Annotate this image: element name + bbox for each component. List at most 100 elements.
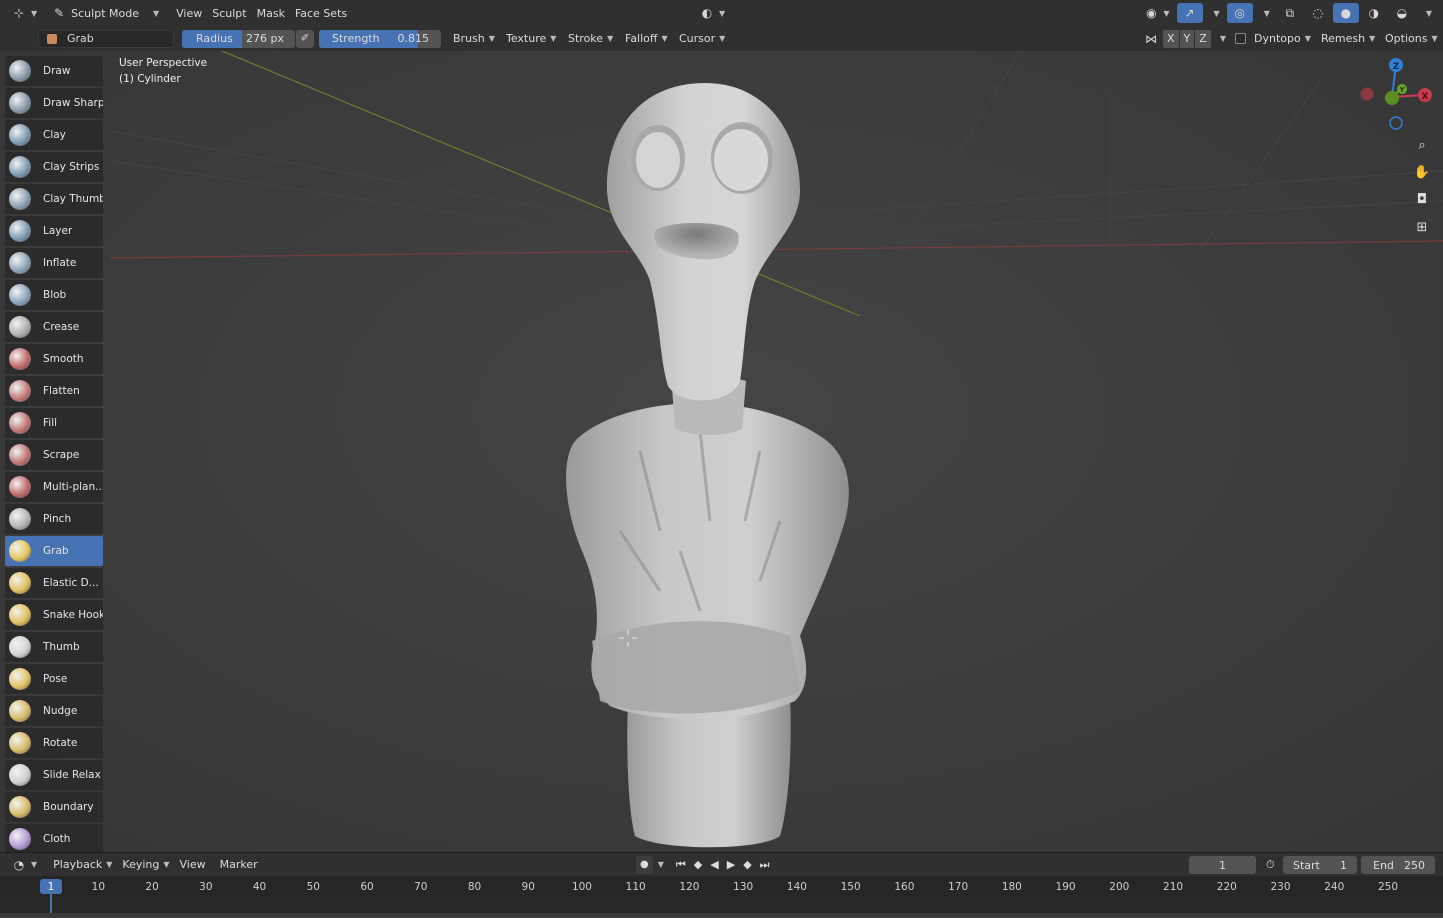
next-keyframe-button[interactable]: ◆ [740, 855, 754, 875]
editor-type-button[interactable]: ⊹ ▼ [6, 3, 42, 23]
menu-face-sets[interactable]: Face Sets [290, 3, 352, 23]
gizmo-dropdown[interactable]: ▼ [1205, 3, 1225, 23]
tool-label: Elastic D... [43, 577, 99, 589]
visibility-button[interactable]: ◉ ▼ [1138, 3, 1174, 23]
overlays-dropdown[interactable]: ▼ [1255, 3, 1275, 23]
start-label: Start [1293, 858, 1320, 872]
3d-viewport[interactable]: Z X Y User Perspective (1) Cylinder ⌕ ✋ … [0, 51, 1443, 852]
overlays-toggle[interactable]: ◎ [1226, 3, 1253, 23]
tool-boundary[interactable]: Boundary [5, 792, 103, 822]
dyntopo-toggle[interactable]: Dyntopo ▼ [1230, 29, 1316, 49]
tool-elastic-d[interactable]: Elastic D... [5, 568, 103, 598]
tool-clay-strips[interactable]: Clay Strips [5, 152, 103, 182]
play-button[interactable]: ▶ [724, 855, 738, 875]
timeline-scroll-track[interactable] [0, 913, 1443, 918]
tool-label: Smooth [43, 353, 84, 365]
texture-menu[interactable]: Texture ▼ [501, 29, 561, 49]
preview-range-toggle[interactable]: ⏱ [1261, 855, 1280, 875]
brush-sphere-icon [9, 60, 31, 82]
playhead-marker[interactable]: 1 [40, 879, 62, 894]
shading-rendered[interactable]: ◒ [1389, 3, 1415, 23]
radius-field[interactable]: Radius 276 px [182, 29, 295, 48]
rendered-sphere-icon: ◒ [1396, 6, 1408, 20]
remesh-menu[interactable]: Remesh ▼ [1316, 29, 1380, 49]
menu-mask[interactable]: Mask [252, 3, 290, 23]
cursor-menu[interactable]: Cursor ▼ [674, 29, 730, 49]
tool-crease[interactable]: Crease [5, 312, 103, 342]
gizmo-neg-x[interactable] [1360, 87, 1374, 101]
brush-menu[interactable]: Brush ▼ [448, 29, 500, 49]
tool-grab[interactable]: Grab [5, 536, 103, 566]
tool-flatten[interactable]: Flatten [5, 376, 103, 406]
menu-view[interactable]: View [171, 3, 207, 23]
tool-draw[interactable]: Draw [5, 56, 103, 86]
timeline-editor-type[interactable]: ◔ ▼ [6, 855, 42, 875]
brush-sphere-icon [9, 700, 31, 722]
shading-solid[interactable]: ● [1332, 3, 1359, 23]
tool-slide-relax[interactable]: Slide Relax [5, 760, 103, 790]
shading-material[interactable]: ◑ [1361, 3, 1387, 23]
end-frame-field[interactable]: End 250 [1361, 856, 1435, 874]
brush-selector[interactable]: Grab [38, 29, 174, 48]
tool-layer[interactable]: Layer [5, 216, 103, 246]
record-button[interactable]: ● [636, 855, 653, 874]
symmetry-z[interactable]: Z [1195, 29, 1211, 48]
tool-cloth[interactable]: Cloth [5, 824, 103, 852]
shading-dropdown[interactable]: ▼ [1417, 3, 1437, 23]
playback-menu[interactable]: Playback ▼ [48, 855, 117, 875]
xray-toggle[interactable]: ⧉ [1277, 3, 1303, 23]
tool-fill[interactable]: Fill [5, 408, 103, 438]
stroke-menu[interactable]: Stroke ▼ [563, 29, 618, 49]
jump-end-button[interactable]: ⏭ [757, 855, 773, 875]
tool-blob[interactable]: Blob [5, 280, 103, 310]
tool-thumb[interactable]: Thumb [5, 632, 103, 662]
tool-rotate[interactable]: Rotate [5, 728, 103, 758]
mode-selector[interactable]: ✎ Sculpt Mode ▼ [46, 3, 167, 23]
transform-orientation-button[interactable]: ◐ ▼ [694, 3, 730, 23]
tool-pose[interactable]: Pose [5, 664, 103, 694]
current-frame-field[interactable]: 1 [1189, 856, 1256, 874]
keying-menu[interactable]: Keying ▼ [117, 855, 174, 875]
menu-sculpt[interactable]: Sculpt [207, 3, 251, 23]
tool-smooth[interactable]: Smooth [5, 344, 103, 374]
camera-button[interactable]: ◘ [1411, 188, 1433, 210]
prev-keyframe-button[interactable]: ◆ [691, 855, 705, 875]
dyntopo-checkbox[interactable] [1235, 33, 1246, 44]
start-value: 1 [1340, 858, 1347, 872]
timeline-tick: 240 [1324, 881, 1345, 893]
falloff-menu[interactable]: Falloff ▼ [620, 29, 673, 49]
gizmo-toggle[interactable]: ↗ [1176, 3, 1203, 23]
strength-field[interactable]: Strength 0.815 [319, 29, 441, 48]
tool-snake-hook[interactable]: Snake Hook [5, 600, 103, 630]
shading-wireframe[interactable]: ◌ [1305, 3, 1331, 23]
symmetry-dropdown[interactable]: ▼ [1211, 29, 1231, 49]
tool-label: Clay Thumb [43, 193, 103, 205]
symmetry-y[interactable]: Y [1179, 29, 1195, 48]
ortho-toggle-button[interactable]: ⊞ [1411, 216, 1433, 238]
tool-clay-thumb[interactable]: Clay Thumb [5, 184, 103, 214]
tool-multi-plan[interactable]: Multi-plan... [5, 472, 103, 502]
zoom-button[interactable]: ⌕ [1411, 134, 1433, 156]
tool-scrape[interactable]: Scrape [5, 440, 103, 470]
jump-start-button[interactable]: ⏮ [673, 855, 689, 875]
radius-pressure-toggle[interactable]: ✐ [296, 29, 314, 48]
play-reverse-button[interactable]: ◀ [707, 855, 721, 875]
options-menu[interactable]: Options ▼ [1380, 29, 1443, 49]
gizmo-neg-y[interactable] [1385, 91, 1399, 105]
start-frame-field[interactable]: Start 1 [1283, 856, 1357, 874]
orientation-globe-icon: ◐ [701, 6, 713, 20]
timeline-tick: 110 [625, 881, 646, 893]
tool-nudge[interactable]: Nudge [5, 696, 103, 726]
playhead-frame: 1 [47, 880, 55, 893]
tool-pinch[interactable]: Pinch [5, 504, 103, 534]
tool-clay[interactable]: Clay [5, 120, 103, 150]
pan-button[interactable]: ✋ [1411, 161, 1433, 183]
record-dropdown[interactable]: ▼ [655, 855, 667, 875]
timeline-scrubber[interactable]: 1 10 20 30 40 50 60 70 80 90 100 110 120 130 140 150 16… [0, 876, 1443, 918]
timeline-view-menu[interactable]: View [175, 855, 211, 875]
symmetry-x[interactable]: X [1163, 29, 1179, 48]
tool-draw-sharp[interactable]: Draw Sharp [5, 88, 103, 118]
tool-inflate[interactable]: Inflate [5, 248, 103, 278]
marker-menu[interactable]: Marker [215, 855, 263, 875]
end-label: End [1373, 858, 1394, 872]
